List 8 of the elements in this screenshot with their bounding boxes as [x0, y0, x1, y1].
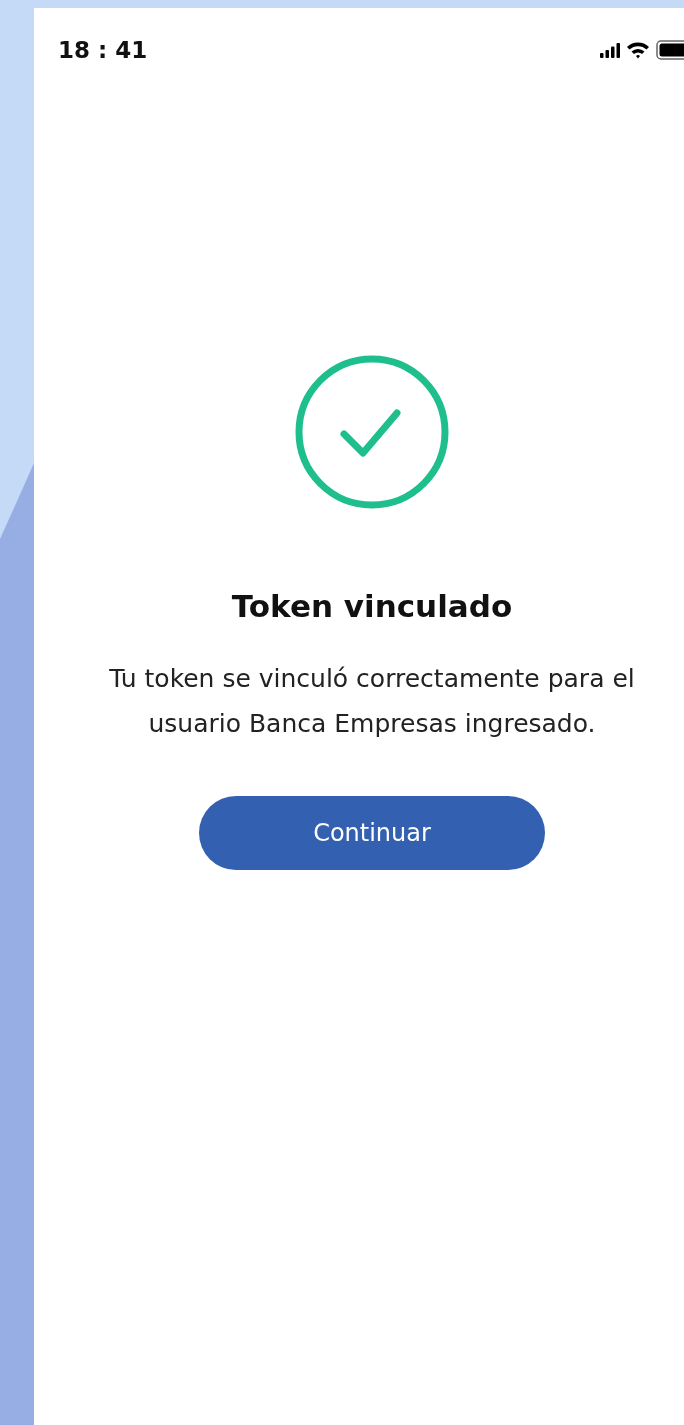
status-time: 18 : 41 — [58, 37, 148, 63]
wifi-icon — [626, 41, 650, 59]
continue-button[interactable]: Continuar — [199, 796, 545, 870]
success-title: Token vinculado — [231, 588, 513, 624]
success-message: Tu token se vinculó correctamente para el usuario Banca Empresas ingresado. — [108, 663, 636, 740]
signal-icon — [600, 42, 620, 58]
check-circle-icon — [294, 354, 450, 510]
battery-icon — [656, 40, 684, 60]
